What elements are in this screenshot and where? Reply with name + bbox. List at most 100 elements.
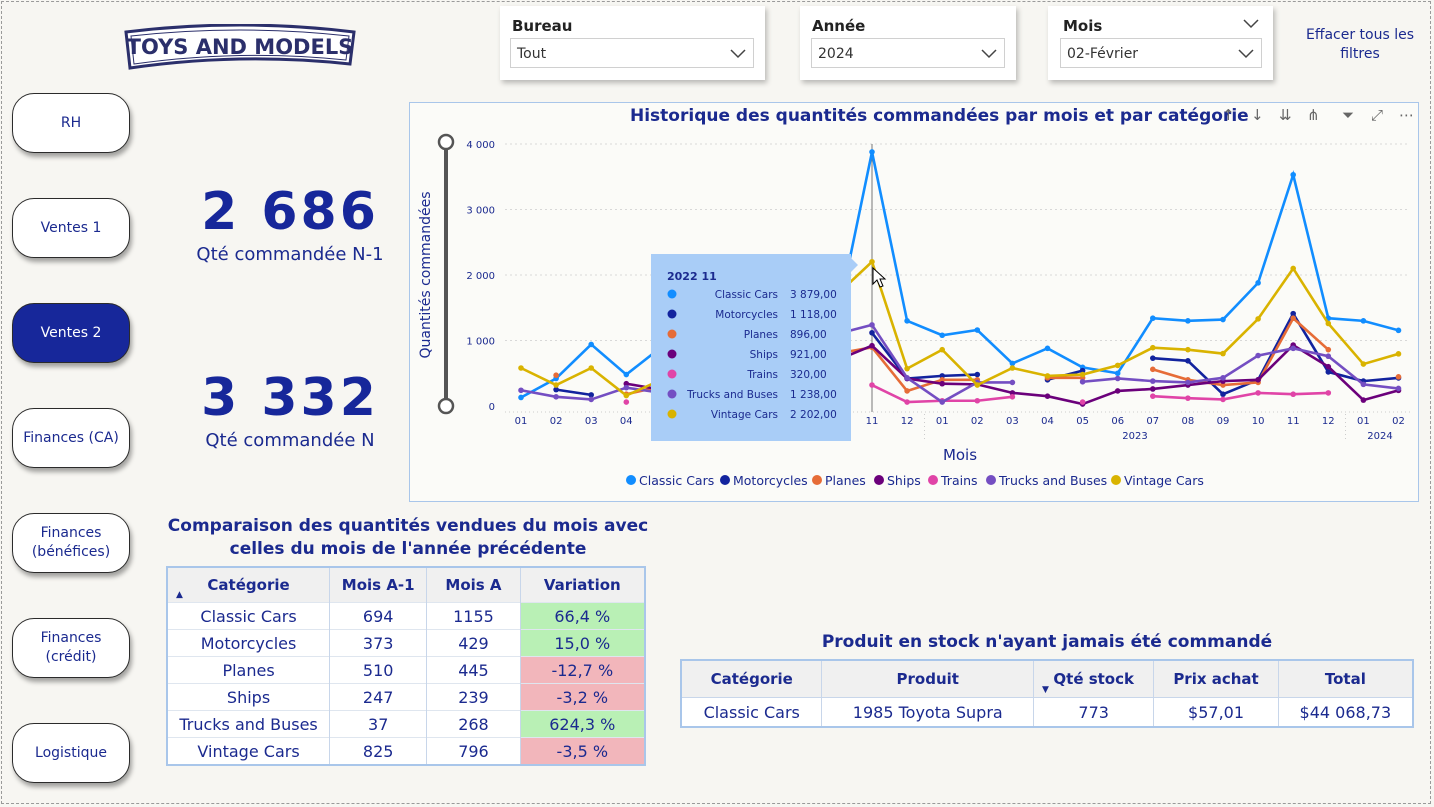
- data-point[interactable]: [869, 149, 875, 155]
- data-point[interactable]: [1395, 374, 1402, 380]
- data-point[interactable]: [623, 384, 630, 391]
- data-point[interactable]: [869, 322, 875, 328]
- data-point[interactable]: [1255, 377, 1261, 383]
- table-row[interactable]: Classic Cars 694 1155 66,4 %: [167, 602, 646, 630]
- table-row[interactable]: Planes 510 445 -12,7 %: [167, 656, 646, 684]
- data-point[interactable]: [1114, 362, 1121, 369]
- data-point[interactable]: [869, 342, 875, 349]
- data-point[interactable]: [1220, 391, 1226, 398]
- col-header-prix-achat[interactable]: Prix achat: [1153, 660, 1279, 698]
- data-point[interactable]: [939, 346, 945, 353]
- data-point[interactable]: [1395, 385, 1402, 392]
- data-point[interactable]: [1325, 363, 1332, 370]
- data-point[interactable]: [939, 332, 945, 339]
- data-point[interactable]: [939, 380, 945, 387]
- col-header-qte-stock[interactable]: Qté stock ▼: [1033, 660, 1155, 698]
- data-point[interactable]: [1255, 280, 1261, 286]
- data-point[interactable]: [904, 375, 910, 381]
- table-row[interactable]: Motorcycles 373 429 15,0 %: [167, 629, 646, 657]
- data-point[interactable]: [1185, 379, 1191, 386]
- data-point[interactable]: [1079, 378, 1086, 385]
- legend-item[interactable]: Vintage Cars: [1111, 473, 1204, 488]
- data-point[interactable]: [1290, 391, 1296, 398]
- data-point[interactable]: [1150, 386, 1156, 392]
- data-point[interactable]: [588, 341, 594, 348]
- legend-item[interactable]: Trucks and Buses: [986, 473, 1107, 488]
- col-header-produit[interactable]: Produit: [821, 660, 1035, 698]
- table-row[interactable]: Vintage Cars 825 796 -3,5 %: [167, 737, 646, 765]
- data-point[interactable]: [623, 371, 630, 378]
- data-point[interactable]: [1044, 345, 1051, 352]
- data-point[interactable]: [869, 329, 875, 336]
- data-point[interactable]: [1185, 395, 1191, 401]
- data-point[interactable]: [1255, 352, 1261, 359]
- data-point[interactable]: [1290, 265, 1296, 272]
- data-point[interactable]: [553, 394, 559, 400]
- col-header-categorie[interactable]: Catégorie ▲: [167, 567, 331, 603]
- data-point[interactable]: [1220, 350, 1226, 357]
- data-point[interactable]: [1290, 315, 1296, 322]
- data-point[interactable]: [1150, 366, 1156, 373]
- col-header-total[interactable]: Total: [1278, 660, 1414, 698]
- col-header-variation[interactable]: Variation: [520, 567, 646, 603]
- zoom-slider-top-handle[interactable]: [437, 133, 455, 151]
- data-point[interactable]: [1220, 396, 1226, 403]
- data-point[interactable]: [974, 397, 981, 404]
- data-point[interactable]: [1360, 381, 1367, 388]
- data-point[interactable]: [1114, 388, 1121, 394]
- data-point[interactable]: [1255, 390, 1261, 396]
- series-vintage-cars[interactable]: [518, 258, 1402, 399]
- data-point[interactable]: [974, 382, 981, 388]
- data-point[interactable]: [869, 258, 875, 265]
- data-point[interactable]: [904, 388, 910, 394]
- data-point[interactable]: [1114, 375, 1121, 382]
- data-point[interactable]: [518, 394, 524, 401]
- data-point[interactable]: [1255, 316, 1261, 322]
- data-point[interactable]: [1325, 320, 1332, 327]
- data-point[interactable]: [1150, 393, 1156, 399]
- data-point[interactable]: [588, 365, 594, 371]
- data-point[interactable]: [1185, 358, 1191, 364]
- data-point[interactable]: [1114, 370, 1121, 377]
- data-point[interactable]: [553, 372, 559, 379]
- legend-item[interactable]: Trains: [928, 473, 978, 488]
- data-point[interactable]: [904, 318, 910, 324]
- data-point[interactable]: [1290, 171, 1296, 178]
- data-point[interactable]: [1395, 327, 1402, 334]
- data-point[interactable]: [1360, 318, 1367, 324]
- data-point[interactable]: [1325, 353, 1332, 360]
- data-point[interactable]: [1150, 344, 1156, 351]
- data-point[interactable]: [1325, 390, 1332, 396]
- legend-item[interactable]: Motorcycles: [720, 473, 808, 488]
- data-point[interactable]: [904, 399, 910, 405]
- data-point[interactable]: [588, 396, 594, 403]
- data-point[interactable]: [1044, 373, 1051, 379]
- col-header-mois-a1[interactable]: Mois A-1: [329, 567, 428, 603]
- zoom-slider-bottom-handle[interactable]: [437, 397, 455, 415]
- data-point[interactable]: [1079, 399, 1086, 405]
- data-point[interactable]: [1044, 393, 1051, 399]
- legend-item[interactable]: Classic Cars: [626, 473, 714, 488]
- data-point[interactable]: [939, 399, 945, 405]
- data-point[interactable]: [1290, 345, 1296, 352]
- data-point[interactable]: [1360, 397, 1367, 403]
- data-point[interactable]: [1325, 346, 1332, 353]
- zoom-slider[interactable]: [437, 133, 455, 415]
- data-point[interactable]: [1185, 346, 1191, 353]
- data-point[interactable]: [1009, 365, 1016, 371]
- data-point[interactable]: [623, 399, 630, 405]
- col-header-categorie[interactable]: Catégorie: [681, 660, 823, 698]
- data-point[interactable]: [1150, 355, 1156, 361]
- data-point[interactable]: [518, 365, 524, 371]
- table-row[interactable]: Ships 247 239 -3,2 %: [167, 683, 646, 711]
- data-point[interactable]: [1185, 318, 1191, 324]
- data-point[interactable]: [1150, 378, 1156, 384]
- data-point[interactable]: [869, 382, 875, 388]
- data-point[interactable]: [904, 365, 910, 372]
- data-point[interactable]: [1009, 394, 1016, 400]
- data-point[interactable]: [1220, 375, 1226, 381]
- data-point[interactable]: [1009, 379, 1016, 386]
- data-point[interactable]: [974, 327, 981, 333]
- data-point[interactable]: [518, 387, 524, 394]
- col-header-mois-a[interactable]: Mois A: [426, 567, 521, 603]
